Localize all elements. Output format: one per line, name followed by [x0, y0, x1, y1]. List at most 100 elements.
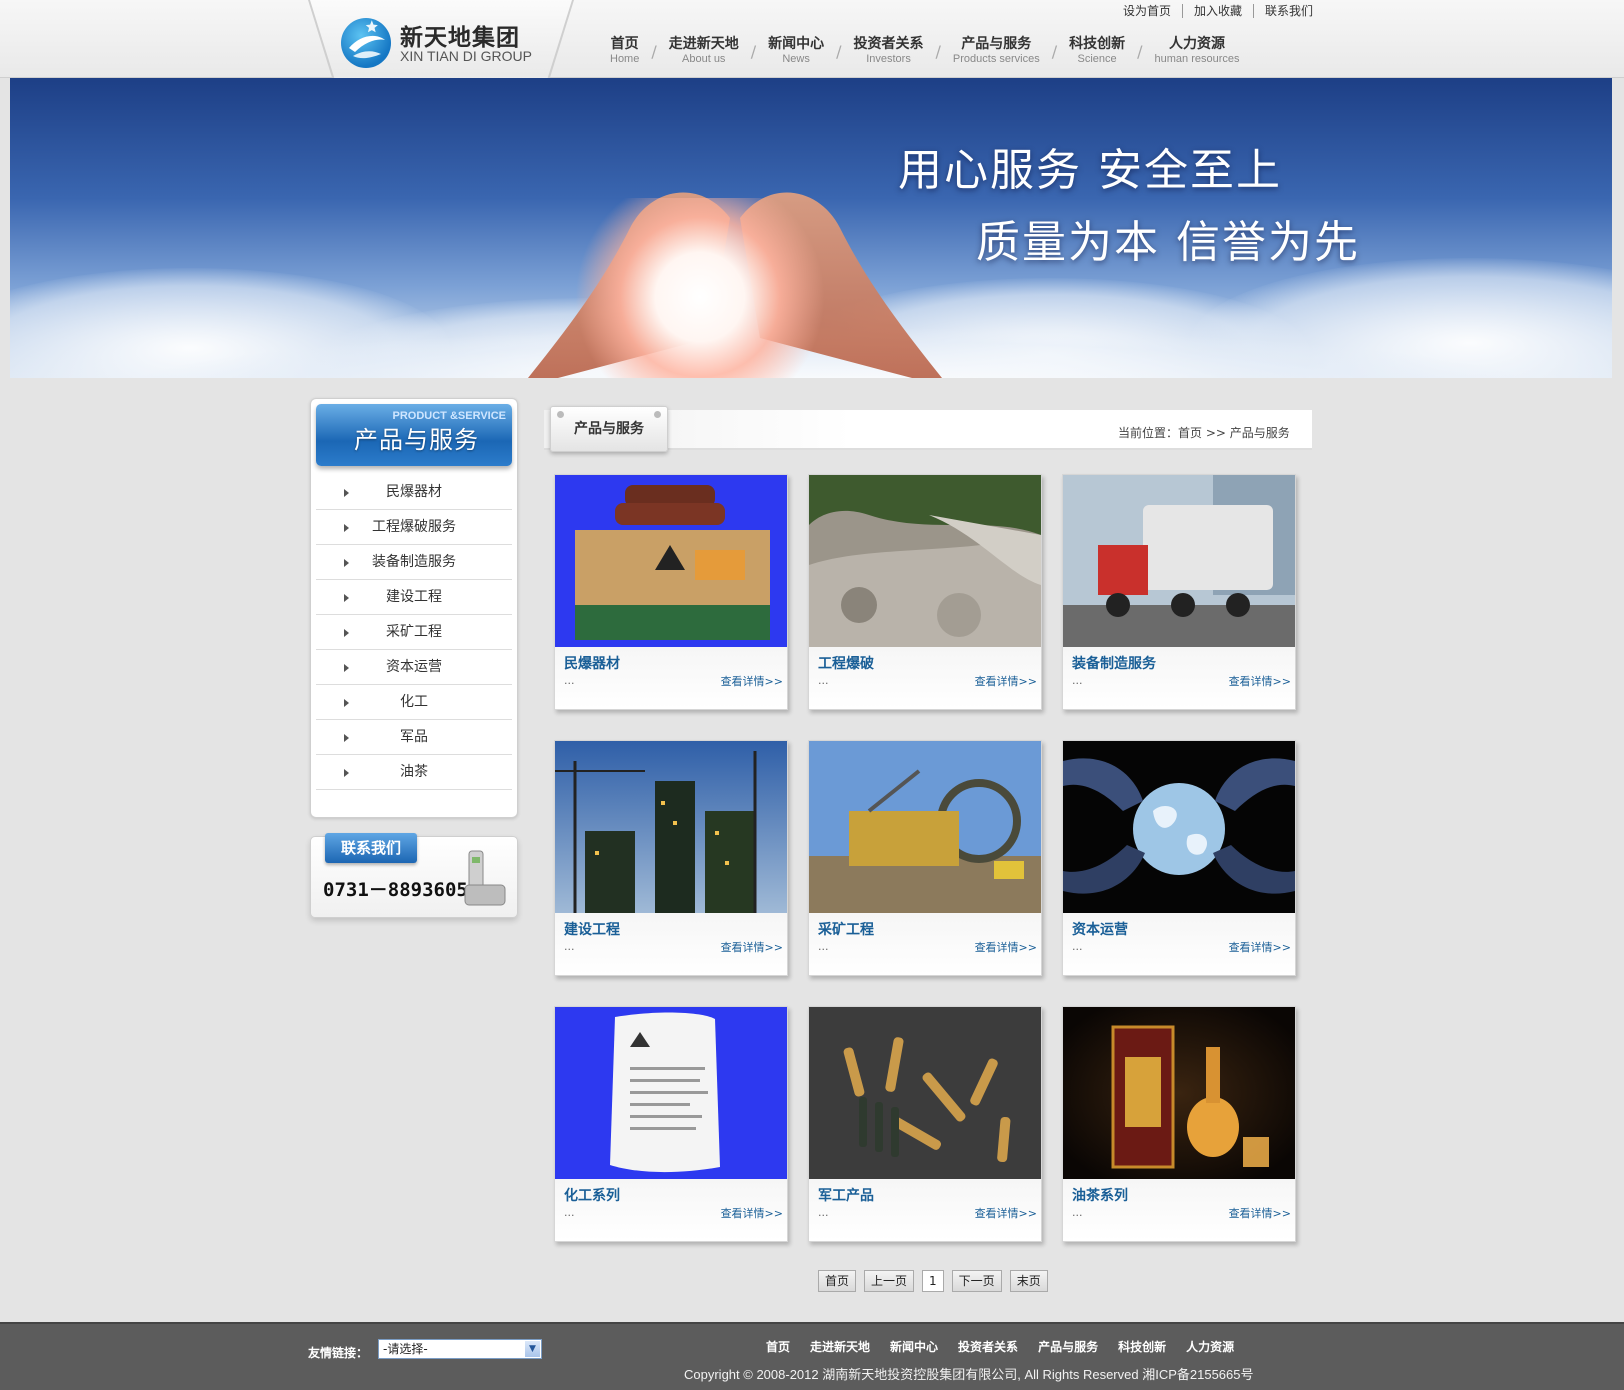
view-detail-link[interactable]: 查看详情>> [721, 939, 783, 955]
page-number-current[interactable]: 1 [922, 1270, 944, 1292]
sidebar-list: 民爆器材 工程爆破服务 装备制造服务 建设工程 采矿工程 资本运营 化工 军品 … [316, 475, 512, 790]
site-footer: 友情链接： -请选择- ▼ 首页 走进新天地 新闻中心 投资者关系 产品与服务 … [0, 1322, 1624, 1390]
card-title[interactable]: 军工产品 [818, 1185, 874, 1205]
product-card[interactable]: 资本运营 ... 查看详情>> [1062, 740, 1296, 976]
card-title[interactable]: 化工系列 [564, 1185, 620, 1205]
card-summary: ... [564, 674, 575, 687]
product-image-equipment[interactable] [1063, 475, 1295, 647]
set-homepage-link[interactable]: 设为首页 [1112, 4, 1184, 18]
footer-nav-hr[interactable]: 人力资源 [1186, 1338, 1234, 1355]
page-next-button[interactable]: 下一页 [951, 1270, 1002, 1292]
product-card[interactable]: 军工产品 ... 查看详情>> [808, 1006, 1042, 1242]
arrow-right-icon [344, 664, 349, 672]
product-image-explosives[interactable] [555, 475, 787, 647]
product-image-chemical[interactable] [555, 1007, 787, 1179]
chevron-down-icon[interactable]: ▼ [525, 1341, 540, 1357]
sidebar-item-chemical[interactable]: 化工 [316, 685, 512, 720]
site-header: 设为首页 加入收藏 联系我们 首页 Home / 走进新天地 About us / … [0, 0, 1624, 78]
card-title[interactable]: 建设工程 [564, 919, 620, 939]
sidebar-item-blasting[interactable]: 工程爆破服务 [316, 510, 512, 545]
product-image-military[interactable] [809, 1007, 1041, 1179]
pin-icon [557, 411, 564, 418]
telephone-icon [464, 850, 506, 906]
footer-nav: 首页 走进新天地 新闻中心 投资者关系 产品与服务 科技创新 人力资源 [766, 1338, 1234, 1355]
card-title[interactable]: 工程爆破 [818, 653, 874, 673]
product-image-mining[interactable] [809, 741, 1041, 913]
product-card[interactable]: 装备制造服务 ... 查看详情>> [1062, 474, 1296, 710]
main-nav: 首页 Home / 走进新天地 About us / 新闻中心 News / 投资者关… [598, 36, 1252, 66]
footer-nav-about[interactable]: 走进新天地 [810, 1338, 870, 1355]
nav-hr[interactable]: 人力资源 human resources [1143, 36, 1252, 66]
card-summary: ... [1072, 1206, 1083, 1219]
page-first-button[interactable]: 首页 [818, 1270, 857, 1292]
arrow-right-icon [344, 734, 349, 742]
product-card[interactable]: 化工系列 ... 查看详情>> [554, 1006, 788, 1242]
view-detail-link[interactable]: 查看详情>> [1229, 1205, 1291, 1221]
product-image-construction[interactable] [555, 741, 787, 913]
contact-phone: 0731－88936057 [323, 879, 480, 901]
contact-box: 联系我们 0731－88936057 [310, 833, 518, 918]
product-card[interactable]: 油茶系列 ... 查看详情>> [1062, 1006, 1296, 1242]
footer-nav-news[interactable]: 新闻中心 [890, 1338, 938, 1355]
nav-news[interactable]: 新闻中心 News [756, 36, 836, 66]
nav-home[interactable]: 首页 Home [598, 36, 651, 66]
page-prev-button[interactable]: 上一页 [864, 1270, 915, 1292]
arrow-right-icon [344, 629, 349, 637]
card-title[interactable]: 装备制造服务 [1072, 653, 1156, 673]
nav-science[interactable]: 科技创新 Science [1057, 36, 1137, 66]
nav-about[interactable]: 走进新天地 About us [657, 36, 751, 66]
arrow-right-icon [344, 524, 349, 532]
friend-links-label: 友情链接： [308, 1346, 369, 1360]
arrow-right-icon [344, 559, 349, 567]
view-detail-link[interactable]: 查看详情>> [975, 939, 1037, 955]
nav-investors[interactable]: 投资者关系 Investors [842, 36, 936, 66]
card-summary: ... [818, 674, 829, 687]
card-summary: ... [1072, 940, 1083, 953]
contact-label: 联系我们 [325, 833, 417, 863]
card-title[interactable]: 民爆器材 [564, 653, 620, 673]
logo-swoosh-icon [341, 18, 391, 68]
view-detail-link[interactable]: 查看详情>> [1229, 939, 1291, 955]
card-title[interactable]: 资本运营 [1072, 919, 1128, 939]
sidebar-item-capital[interactable]: 资本运营 [316, 650, 512, 685]
arrow-right-icon [344, 699, 349, 707]
footer-nav-home[interactable]: 首页 [766, 1338, 790, 1355]
view-detail-link[interactable]: 查看详情>> [975, 673, 1037, 689]
footer-nav-products[interactable]: 产品与服务 [1038, 1338, 1098, 1355]
product-image-blasting[interactable] [809, 475, 1041, 647]
card-title[interactable]: 采矿工程 [818, 919, 874, 939]
copyright-text: Copyright © 2008-2012 湖南新天地投资控股集团有限公司, A… [684, 1367, 1254, 1382]
logo-name-en: XIN TIAN DI GROUP [400, 48, 532, 64]
product-card[interactable]: 工程爆破 ... 查看详情>> [808, 474, 1042, 710]
friend-links-select[interactable]: -请选择- ▼ [378, 1339, 542, 1359]
contact-us-link[interactable]: 联系我们 [1254, 4, 1324, 18]
sidebar-item-military[interactable]: 军品 [316, 720, 512, 755]
card-title[interactable]: 油茶系列 [1072, 1185, 1128, 1205]
sidebar-item-camellia-oil[interactable]: 油茶 [316, 755, 512, 790]
card-summary: ... [564, 940, 575, 953]
product-image-capital[interactable] [1063, 741, 1295, 913]
add-favorite-link[interactable]: 加入收藏 [1183, 4, 1255, 18]
product-card[interactable]: 民爆器材 ... 查看详情>> [554, 474, 788, 710]
view-detail-link[interactable]: 查看详情>> [721, 673, 783, 689]
product-image-camellia-oil[interactable] [1063, 1007, 1295, 1179]
sidebar-item-equipment[interactable]: 装备制造服务 [316, 545, 512, 580]
footer-nav-investors[interactable]: 投资者关系 [958, 1338, 1018, 1355]
arrow-right-icon [344, 489, 349, 497]
content-title-tab: 产品与服务 [550, 406, 668, 452]
view-detail-link[interactable]: 查看详情>> [975, 1205, 1037, 1221]
page-last-button[interactable]: 末页 [1009, 1270, 1048, 1292]
product-card[interactable]: 建设工程 ... 查看详情>> [554, 740, 788, 976]
nav-products[interactable]: 产品与服务 Products services [941, 36, 1052, 66]
view-detail-link[interactable]: 查看详情>> [1229, 673, 1291, 689]
banner-slogan-2: 质量为本 信誉为先 [976, 217, 1360, 268]
hero-banner: 用心服务 安全至上 质量为本 信誉为先 [10, 78, 1612, 378]
footer-nav-science[interactable]: 科技创新 [1118, 1338, 1166, 1355]
sidebar-item-mining[interactable]: 采矿工程 [316, 615, 512, 650]
sidebar-item-construction[interactable]: 建设工程 [316, 580, 512, 615]
sidebar-title-cn: 产品与服务 [354, 426, 479, 454]
view-detail-link[interactable]: 查看详情>> [721, 1205, 783, 1221]
card-summary: ... [818, 1206, 829, 1219]
sidebar-item-explosives[interactable]: 民爆器材 [316, 475, 512, 510]
product-card[interactable]: 采矿工程 ... 查看详情>> [808, 740, 1042, 976]
